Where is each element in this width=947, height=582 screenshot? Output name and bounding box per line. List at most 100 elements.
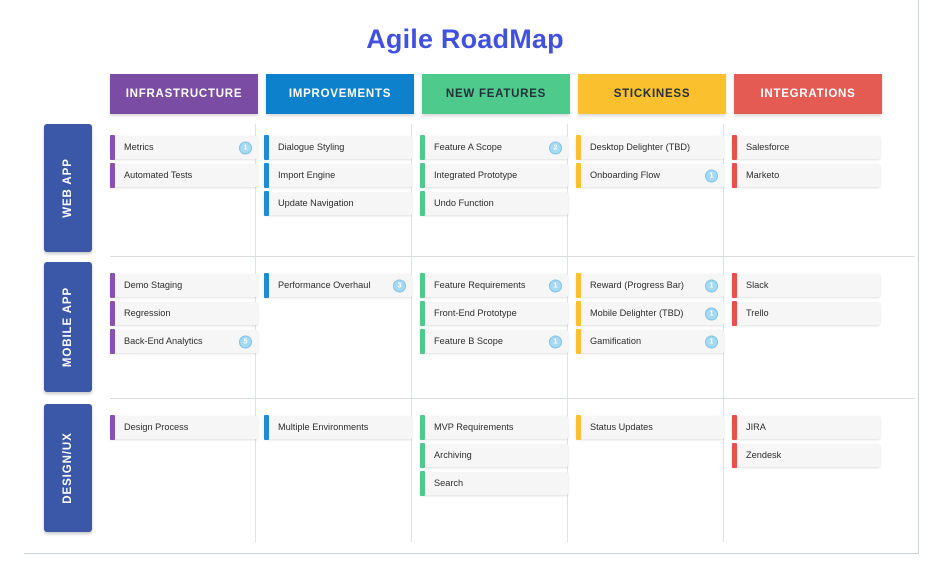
card-color-bar [420, 415, 425, 440]
card-label: Slack [746, 280, 769, 290]
cell-web-app-integrations: Salesforce Marketo [732, 135, 880, 192]
roadmap-card[interactable]: Gamification 1 [576, 329, 724, 354]
card-label: Search [434, 478, 464, 488]
roadmap-card[interactable]: Performance Overhaul 3 [264, 273, 412, 298]
roadmap-card[interactable]: Undo Function [420, 191, 568, 216]
card-color-bar [732, 301, 737, 326]
card-label: Mobile Delighter (TBD) [590, 308, 684, 318]
roadmap-card[interactable]: Search [420, 471, 568, 496]
column-header-row: INFRASTRUCTURE IMPROVEMENTS NEW FEATURES ST… [110, 74, 915, 114]
card-label: Archiving [434, 450, 472, 460]
card-color-bar [264, 415, 269, 440]
roadmap-card[interactable]: Multiple Environments [264, 415, 412, 440]
row-label-design-ux[interactable]: DESIGN/UX [44, 404, 92, 532]
card-label: Salesforce [746, 142, 790, 152]
roadmap-card[interactable]: Trello [732, 301, 880, 326]
column-header-improvements[interactable]: IMPROVEMENTS [266, 74, 414, 114]
roadmap-card[interactable]: Salesforce [732, 135, 880, 160]
cell-web-app-new-features: Feature A Scope 2 Integrated Prototype Undo… [420, 135, 568, 220]
cell-mobile-app-stickiness: Reward (Progress Bar) 1 Mobile Delighter (… [576, 273, 724, 358]
cell-mobile-app-new-features: Feature Requirements 1 Front-End Prototype… [420, 273, 568, 358]
column-header-integrations[interactable]: INTEGRATIONS [734, 74, 882, 114]
roadmap-card[interactable]: Design Process [110, 415, 258, 440]
card-color-bar [576, 415, 581, 440]
card-label: Zendesk [746, 450, 782, 460]
card-label: Regression [124, 308, 171, 318]
card-label: Feature B Scope [434, 336, 503, 346]
roadmap-card[interactable]: JIRA [732, 415, 880, 440]
card-count-badge: 2 [549, 141, 562, 154]
roadmap-card[interactable]: Update Navigation [264, 191, 412, 216]
roadmap-card[interactable]: Marketo [732, 163, 880, 188]
roadmap-card[interactable]: Import Engine [264, 163, 412, 188]
row-divider-1 [110, 398, 915, 399]
column-header-infrastructure[interactable]: INFRASTRUCTURE [110, 74, 258, 114]
roadmap-card[interactable]: Status Updates [576, 415, 724, 440]
card-label: Metrics [124, 142, 154, 152]
roadmap-card[interactable]: Demo Staging [110, 273, 258, 298]
roadmap-card[interactable]: Archiving [420, 443, 568, 468]
page-frame-bottom-rule [24, 553, 919, 554]
card-color-bar [732, 135, 737, 160]
roadmap-card[interactable]: Front-End Prototype [420, 301, 568, 326]
card-label: Front-End Prototype [434, 308, 517, 318]
card-label: Feature A Scope [434, 142, 502, 152]
page-title: Agile RoadMap [0, 24, 930, 55]
card-count-badge: 1 [705, 169, 718, 182]
card-label: Integrated Prototype [434, 170, 518, 180]
row-label-text: WEB APP [62, 158, 74, 218]
row-label-mobile-app[interactable]: MOBILE APP [44, 262, 92, 392]
card-label: Reward (Progress Bar) [590, 280, 684, 290]
card-label: Gamification [590, 336, 642, 346]
card-label: Marketo [746, 170, 780, 180]
row-label-web-app[interactable]: WEB APP [44, 124, 92, 252]
card-color-bar [110, 163, 115, 188]
roadmap-card[interactable]: Mobile Delighter (TBD) 1 [576, 301, 724, 326]
card-label: Performance Overhaul [278, 280, 371, 290]
card-label: Status Updates [590, 422, 653, 432]
roadmap-card[interactable]: Feature Requirements 1 [420, 273, 568, 298]
roadmap-card[interactable]: Feature B Scope 1 [420, 329, 568, 354]
roadmap-card[interactable]: Integrated Prototype [420, 163, 568, 188]
card-color-bar [264, 163, 269, 188]
card-color-bar [264, 135, 269, 160]
card-color-bar [420, 273, 425, 298]
card-color-bar [420, 163, 425, 188]
card-count-badge: 1 [705, 279, 718, 292]
roadmap-card[interactable]: Automated Tests [110, 163, 258, 188]
card-label: Trello [746, 308, 769, 318]
roadmap-card[interactable]: Onboarding Flow 1 [576, 163, 724, 188]
card-label: Undo Function [434, 198, 494, 208]
roadmap-card[interactable]: Metrics 1 [110, 135, 258, 160]
card-color-bar [420, 471, 425, 496]
card-color-bar [110, 329, 115, 354]
card-label: Multiple Environments [278, 422, 369, 432]
card-count-badge: 1 [239, 141, 252, 154]
card-color-bar [110, 415, 115, 440]
roadmap-card[interactable]: Slack [732, 273, 880, 298]
cell-design-ux-stickiness: Status Updates [576, 415, 724, 444]
card-color-bar [576, 329, 581, 354]
cell-mobile-app-improvements: Performance Overhaul 3 [264, 273, 412, 302]
roadmap-card[interactable]: Reward (Progress Bar) 1 [576, 273, 724, 298]
card-label: Feature Requirements [434, 280, 526, 290]
card-color-bar [420, 135, 425, 160]
card-count-badge: 5 [239, 335, 252, 348]
card-color-bar [420, 301, 425, 326]
row-label-text: MOBILE APP [62, 286, 74, 368]
cell-web-app-infrastructure: Metrics 1 Automated Tests [110, 135, 258, 192]
roadmap-card[interactable]: Regression [110, 301, 258, 326]
roadmap-card[interactable]: Zendesk [732, 443, 880, 468]
card-label: Import Engine [278, 170, 336, 180]
column-header-stickiness[interactable]: STICKINESS [578, 74, 726, 114]
column-header-new-features[interactable]: NEW FEATURES [422, 74, 570, 114]
card-color-bar [732, 273, 737, 298]
roadmap-card[interactable]: Back-End Analytics 5 [110, 329, 258, 354]
roadmap-card[interactable]: Dialogue Styling [264, 135, 412, 160]
roadmap-card[interactable]: MVP Requirements [420, 415, 568, 440]
cell-mobile-app-integrations: Slack Trello [732, 273, 880, 330]
card-color-bar [420, 191, 425, 216]
roadmap-card[interactable]: Feature A Scope 2 [420, 135, 568, 160]
card-label: Update Navigation [278, 198, 354, 208]
roadmap-card[interactable]: Desktop Delighter (TBD) [576, 135, 724, 160]
